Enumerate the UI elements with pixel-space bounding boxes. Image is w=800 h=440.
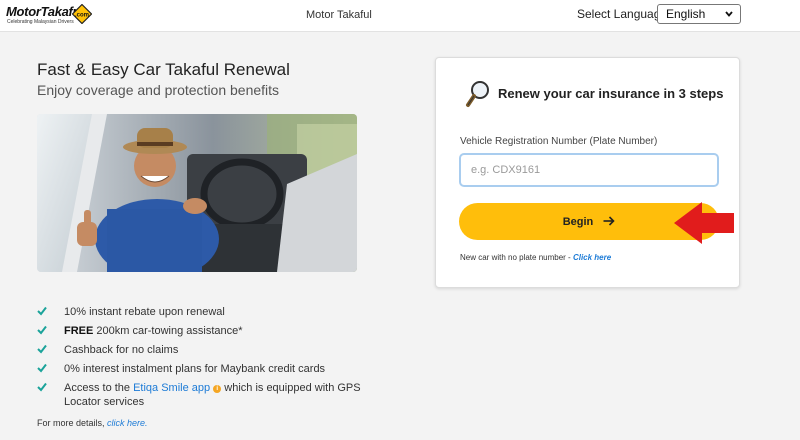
site-logo[interactable]: MotorTakaful Celebrating Malaysian Drive…	[6, 2, 96, 28]
begin-label: Begin	[562, 215, 594, 228]
chevron-down-icon	[725, 11, 733, 17]
info-icon[interactable]: i	[213, 385, 222, 393]
list-item: FREE 200km car-towing assistance*	[37, 324, 367, 338]
card-title: Renew your car insurance in 3 steps	[498, 86, 724, 101]
more-details-link[interactable]: click here.	[107, 418, 148, 428]
new-car-note: New car with no plate number - Click her…	[460, 253, 611, 262]
language-label: Select Language	[577, 7, 668, 21]
benefit-text: Cashback for no claims	[64, 344, 179, 356]
benefits-list: 10% instant rebate upon renewal FREE 200…	[37, 305, 367, 414]
diamond-logo-icon: .com	[72, 4, 92, 24]
list-item: Access to the Etiqa Smile app i which is…	[37, 381, 367, 409]
benefit-text: 200km car-towing assistance*	[93, 325, 243, 337]
benefit-text: Access to the	[64, 382, 134, 394]
plate-number-input[interactable]	[459, 153, 719, 187]
app-title: Motor Takaful	[306, 9, 372, 21]
benefit-bold: FREE	[64, 325, 94, 337]
check-icon	[37, 325, 47, 335]
red-pointer-arrow-icon	[674, 202, 734, 244]
check-icon	[37, 363, 47, 373]
more-details-text: For more details,	[37, 418, 108, 428]
logo-tagline: Celebrating Malaysian Drivers	[7, 19, 74, 25]
benefit-text: 0% interest instalment plans for Maybank…	[64, 363, 326, 375]
man-in-car-thumbs-up-photo	[37, 114, 357, 272]
more-details: For more details, click here.	[37, 418, 148, 428]
page-title: Fast & Easy Car Takaful Renewal	[37, 60, 290, 79]
check-icon	[37, 306, 47, 316]
new-car-link[interactable]: Click here	[573, 253, 611, 262]
benefit-text: 10% instant rebate upon renewal	[64, 306, 225, 318]
check-icon	[37, 344, 47, 354]
magnifier-icon	[466, 81, 489, 107]
logo-domain: .com	[75, 13, 89, 19]
top-bar: MotorTakaful Celebrating Malaysian Drive…	[0, 0, 800, 32]
language-select[interactable]: English	[657, 4, 741, 24]
new-car-text: New car with no plate number -	[460, 253, 573, 262]
renewal-card: Renew your car insurance in 3 steps Vehi…	[435, 57, 740, 288]
etiqa-smile-link[interactable]: Etiqa Smile app	[133, 382, 210, 394]
language-value: English	[666, 7, 706, 21]
arrow-right-icon	[603, 215, 615, 226]
list-item: 10% instant rebate upon renewal	[37, 305, 367, 319]
list-item: Cashback for no claims	[37, 343, 367, 357]
page-subtitle: Enjoy coverage and protection benefits	[37, 82, 280, 98]
list-item: 0% interest instalment plans for Maybank…	[37, 362, 367, 376]
plate-number-label: Vehicle Registration Number (Plate Numbe…	[460, 136, 658, 147]
check-icon	[37, 382, 47, 392]
